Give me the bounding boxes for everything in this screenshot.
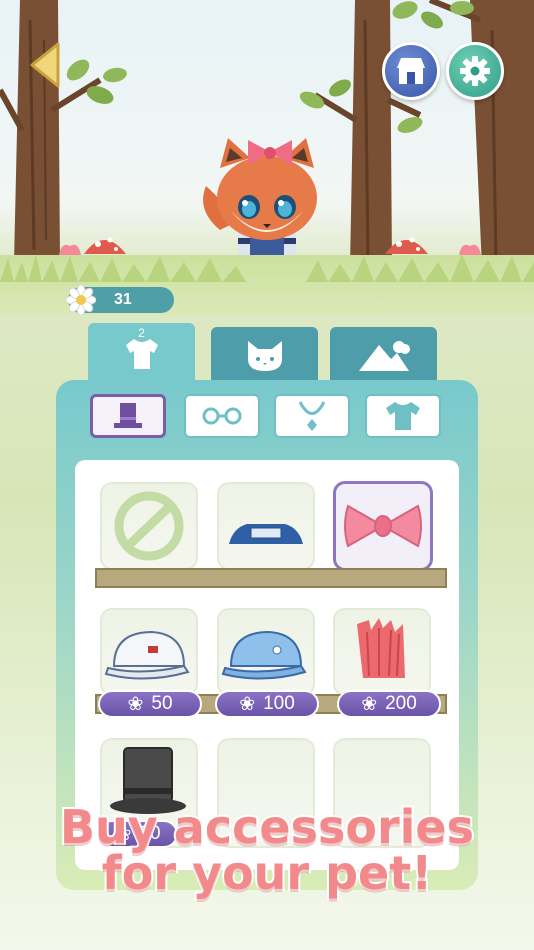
- item-slot-headband[interactable]: [217, 482, 315, 570]
- shirt-icon: [125, 339, 158, 369]
- item-slot-red-mohawk[interactable]: [333, 608, 431, 696]
- tshirt-icon: [386, 402, 420, 430]
- tab-background[interactable]: [330, 327, 437, 383]
- headband-icon: [229, 524, 303, 544]
- white-cap-icon: [104, 630, 190, 680]
- price-tag-white-cap[interactable]: ❀ 50: [98, 690, 202, 718]
- none-icon: [114, 491, 184, 561]
- coin-count: 31: [114, 291, 132, 308]
- top-hat-icon: [114, 403, 142, 428]
- subtab-necklaces[interactable]: [274, 394, 350, 438]
- item-slot-white-cap[interactable]: [100, 608, 198, 696]
- shop-icon: [397, 58, 425, 84]
- tree-left: [0, 0, 127, 262]
- coin-counter: 31: [66, 285, 174, 315]
- daisy-coin-icon: ❀: [127, 693, 144, 715]
- price-value: 50: [151, 693, 173, 714]
- daisy-coin-icon: ❀: [239, 693, 256, 715]
- back-arrow-icon: [30, 42, 60, 88]
- item-slot-none[interactable]: [100, 482, 198, 570]
- item-slot-pink-bow[interactable]: [333, 481, 433, 571]
- settings-button[interactable]: [446, 42, 504, 100]
- subtab-shirts[interactable]: [365, 394, 441, 438]
- tab-clothing-badge: 2: [138, 326, 145, 340]
- gear-icon: [460, 56, 490, 86]
- tab-pet[interactable]: [211, 327, 318, 383]
- daisy-coin-icon: [66, 285, 96, 315]
- glasses-icon: [202, 407, 242, 425]
- promo-headline-line-2: for your pet!: [100, 844, 434, 902]
- price-value: 100: [263, 693, 295, 714]
- price-tag-blue-cap[interactable]: ❀ 100: [215, 690, 319, 718]
- back-button[interactable]: [28, 42, 68, 88]
- shelf-row-1: [95, 568, 447, 588]
- price-value: 200: [385, 693, 417, 714]
- mohawk-icon: [357, 618, 405, 678]
- item-slot-blue-cap[interactable]: [217, 608, 315, 696]
- tab-clothing[interactable]: 2: [88, 323, 195, 385]
- mountain-icon: [358, 341, 410, 371]
- bow-icon: [344, 504, 422, 548]
- subtab-glasses[interactable]: [184, 394, 260, 438]
- cat-face-icon: [247, 341, 282, 371]
- blue-cap-icon: [221, 630, 307, 680]
- price-tag-red-mohawk[interactable]: ❀ 200: [337, 690, 441, 718]
- necklace-icon: [298, 401, 326, 431]
- tree-right: [392, 0, 534, 268]
- shop-button[interactable]: [382, 42, 440, 100]
- tree-middle: [299, 0, 423, 268]
- subtab-hats[interactable]: [90, 394, 166, 438]
- grass-tufts: [0, 254, 534, 282]
- daisy-coin-icon: ❀: [361, 693, 378, 715]
